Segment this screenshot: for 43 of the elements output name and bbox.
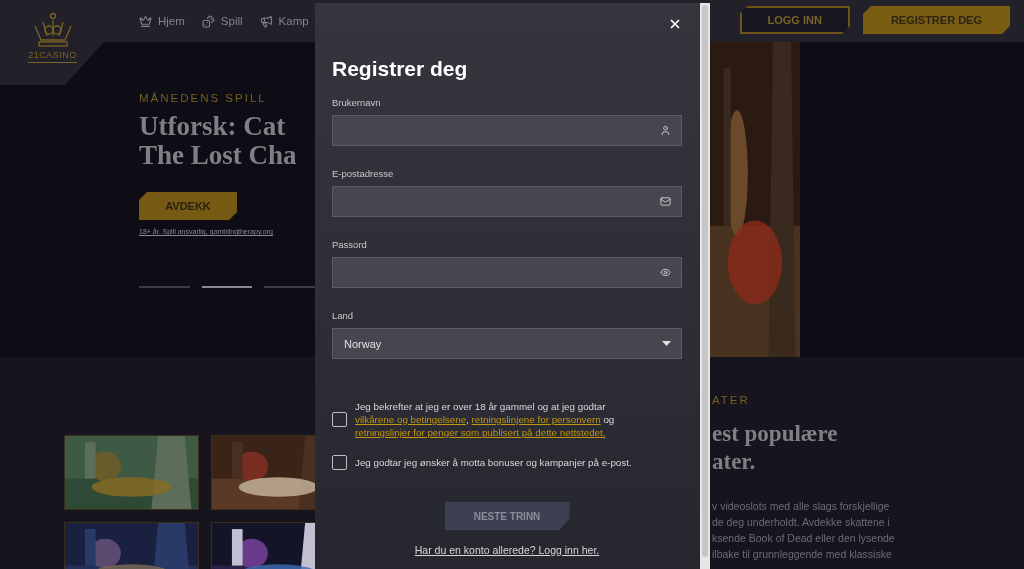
section-eyebrow: MÅNEDENS SPILL xyxy=(139,92,268,104)
hero-title: The Lost Cha xyxy=(139,141,298,170)
hero-title: Utforsk: Cat xyxy=(139,112,287,141)
checkbox[interactable] xyxy=(332,412,347,427)
eye-icon xyxy=(660,267,671,278)
slide-indicator[interactable] xyxy=(201,286,253,288)
login-button[interactable]: LOGG INN xyxy=(739,6,850,34)
user-icon xyxy=(660,125,671,136)
field-label: Brukernavn xyxy=(332,97,382,108)
consent-text: Jeg bekrefter at jeg er over 18 år gammel og at jeg godtar vilkårene og betingelsene, retningslinjene for personvern og retningslinjer for penger som publisert på dette nettstedet. xyxy=(355,400,616,439)
close-button[interactable] xyxy=(668,17,682,31)
megaphone-icon xyxy=(259,14,273,28)
field-label: E-postadresse xyxy=(332,168,395,179)
dialog-title: Registrer deg xyxy=(332,57,469,81)
paragraph-line: ksende Book of Dead eller den lysende xyxy=(712,531,895,546)
field-label: Passord xyxy=(332,239,368,250)
crown-icon xyxy=(139,14,152,28)
logo-text[interactable]: 21CASINO xyxy=(28,50,77,63)
dice-icon xyxy=(201,14,215,28)
nav-link[interactable]: Kamp xyxy=(259,14,309,28)
input-field[interactable] xyxy=(332,115,682,146)
section-title: est populære xyxy=(712,420,839,448)
checkbox[interactable] xyxy=(332,455,347,470)
country-select[interactable]: Norway xyxy=(332,328,682,359)
nav-link[interactable]: Spill xyxy=(201,14,243,28)
discover-button[interactable]: AVDEKK xyxy=(139,192,237,220)
section-eyebrow: ATER xyxy=(712,394,751,406)
paragraph-line: de deg underholdt. Avdekke skattene i xyxy=(712,515,891,530)
mail-icon xyxy=(660,196,671,207)
terms-link[interactable]: retningslinjene for personvern xyxy=(471,414,601,425)
scrollbar[interactable] xyxy=(700,3,710,569)
caret-icon xyxy=(662,341,671,346)
terms-link[interactable]: retningslinjer for penger som publisert på dette nettstedet. xyxy=(355,427,606,438)
field-label: Land xyxy=(332,310,355,321)
consent-text: Jeg godtar jeg ønsker å motta bonuser og kampanjer på e-post. xyxy=(355,456,632,469)
register-button[interactable]: REGISTRER DEG xyxy=(862,6,1010,34)
input-field[interactable] xyxy=(332,186,682,217)
nav-link[interactable]: Hjem xyxy=(139,14,185,28)
section-title: ater. xyxy=(712,448,757,476)
paragraph-line: ilbake til grunnleggende med klassiske xyxy=(712,547,893,562)
login-link[interactable]: Har du en konto allerede? Logg inn her. xyxy=(414,544,600,556)
paragraph-line: v videoslots med alle slags forskjellige xyxy=(712,499,891,514)
input-field[interactable] xyxy=(332,257,682,288)
